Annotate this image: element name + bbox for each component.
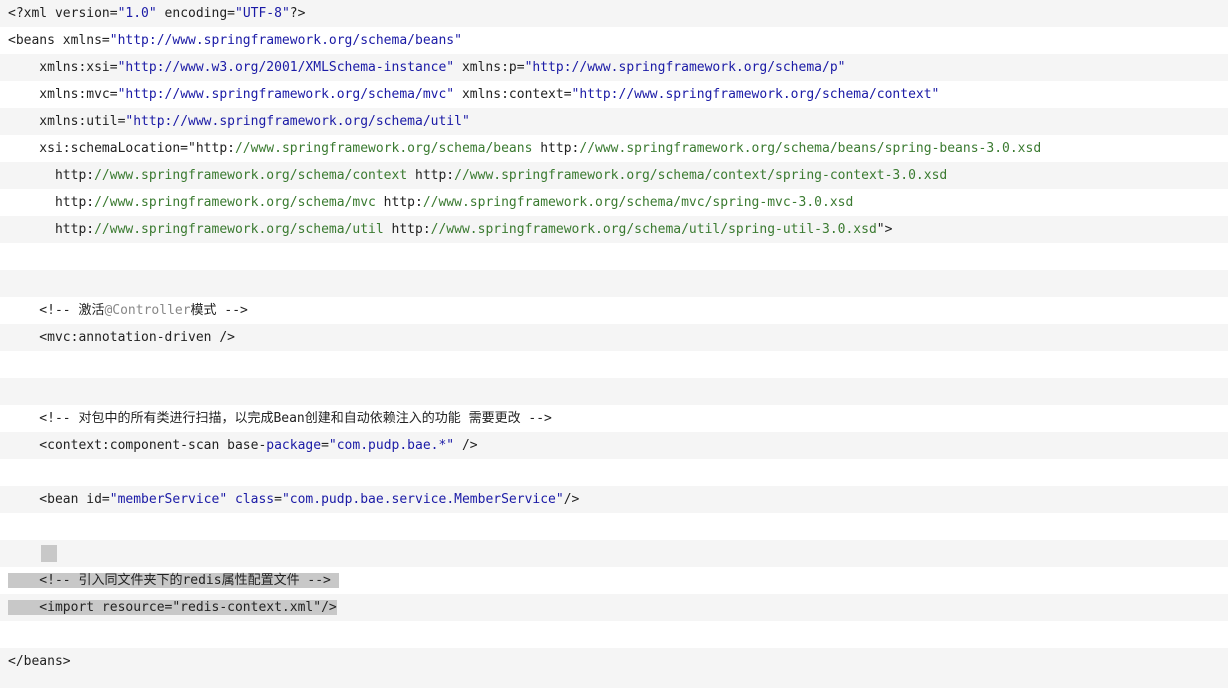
code-token: ?> [289,6,306,21]
code-line [0,621,1228,648]
code-token: xmlns:context= [454,87,572,102]
code-line: <beans xmlns="http://www.springframework… [0,27,1228,54]
code-token: package [266,438,322,453]
code-token: "http://www.w3.org/2001/XMLSchema-instan… [117,60,455,75]
code-line: <bean id="memberService" class="com.pudp… [0,486,1228,513]
code-line: <!-- 引入同文件夹下的redis属性配置文件 --> [0,567,1228,594]
code-line-text: <mvc:annotation-driven /> [8,330,235,345]
code-line: http://www.springframework.org/schema/ut… [0,216,1228,243]
code-bottom-pad [0,675,1228,688]
code-line-text: <!-- 引入同文件夹下的redis属性配置文件 --> [8,573,339,588]
code-token: http: [8,195,95,210]
code-line-text: </beans> [8,654,71,669]
code-token: </beans> [8,654,71,669]
code-token: 模式 --> [190,303,248,318]
code-token: <?xml version= [8,6,118,21]
code-token: "http://www.springframework.org/schema/m… [117,87,455,102]
code-line-text: <beans xmlns="http://www.springframework… [8,33,462,48]
code-line-text: <context:component-scan base-package="co… [8,438,478,453]
code-token: http: [375,195,423,210]
code-line-text: xmlns:util="http://www.springframework.o… [8,114,470,129]
code-token: xsi:schemaLocation="http: [8,141,235,156]
code-line [0,540,1228,567]
code-token: //www.springframework.org/schema/context [94,168,408,183]
code-token: <context:component-scan base- [8,438,267,453]
code-line: <mvc:annotation-driven /> [0,324,1228,351]
code-line-text: xmlns:xsi="http://www.w3.org/2001/XMLSch… [8,60,845,75]
code-token: = [274,492,282,507]
code-line: http://www.springframework.org/schema/mv… [0,189,1228,216]
code-token: <!-- 对包中的所有类进行扫描，以完成Bean创建和自动依赖注入的功能 需要更… [8,411,552,426]
code-line [0,243,1228,270]
code-token: xmlns:mvc= [8,87,118,102]
code-line: http://www.springframework.org/schema/co… [0,162,1228,189]
code-token: xmlns:p= [454,60,525,75]
code-token: "http://www.springframework.org/schema/p… [524,60,846,75]
code-token: <import resource="redis-context.xml"/> [8,600,337,615]
code-line-text: <!-- 对包中的所有类进行扫描，以完成Bean创建和自动依赖注入的功能 需要更… [8,411,552,426]
code-token: //www.springframework.org/schema/beans/s… [579,141,1042,156]
code-token: @Controller [104,303,191,318]
code-token: "http://www.springframework.org/schema/u… [125,114,470,129]
code-token: "http://www.springframework.org/schema/c… [571,87,940,102]
code-token: "1.0" [117,6,157,21]
code-line-text: <bean id="memberService" class="com.pudp… [8,492,579,507]
code-line-text: http://www.springframework.org/schema/ut… [8,222,892,237]
code-token: <!-- 引入同文件夹下的redis属性配置文件 --> [8,573,339,588]
code-token: "http://www.springframework.org/schema/b… [109,33,462,48]
code-token: http: [8,168,95,183]
code-line [0,270,1228,297]
code-line-text: <!-- 激活@Controller模式 --> [8,303,248,318]
code-line-text: <import resource="redis-context.xml"/> [8,600,337,615]
code-line-text: xsi:schemaLocation="http://www.springfra… [8,141,1041,156]
code-token: <beans xmlns= [8,33,110,48]
code-token: http: [383,222,431,237]
code-line: <!-- 激活@Controller模式 --> [0,297,1228,324]
code-token: //www.springframework.org/schema/mvc/spr… [422,195,854,210]
code-token: http: [532,141,580,156]
code-token: /> [563,492,580,507]
code-token: http: [8,222,95,237]
code-line: xsi:schemaLocation="http://www.springfra… [0,135,1228,162]
code-line: <!-- 对包中的所有类进行扫描，以完成Bean创建和自动依赖注入的功能 需要更… [0,405,1228,432]
code-line: xmlns:util="http://www.springframework.o… [0,108,1228,135]
code-token: = [321,438,329,453]
code-block: <?xml version="1.0" encoding="UTF-8"?> <b… [0,0,1228,688]
code-token: "memberService" [109,492,228,507]
code-token: class [234,492,275,507]
code-line [0,513,1228,540]
code-line-text: <?xml version="1.0" encoding="UTF-8"?> [8,6,305,21]
code-line [0,351,1228,378]
code-token: //www.springframework.org/schema/util [94,222,384,237]
code-token: "com.pudp.bae.service.MemberService" [281,492,564,507]
code-token: //www.springframework.org/schema/mvc [94,195,376,210]
code-token: //www.springframework.org/schema/beans [234,141,533,156]
code-token: encoding= [156,6,235,21]
selection-highlight [41,545,57,562]
code-token: "> [876,222,893,237]
code-line: <context:component-scan base-package="co… [0,432,1228,459]
code-token: //www.springframework.org/schema/context… [454,168,948,183]
code-token: http: [407,168,455,183]
code-line-text: xmlns:mvc="http://www.springframework.or… [8,87,939,102]
code-token: xmlns:xsi= [8,60,118,75]
code-token: "UTF-8" [235,6,290,21]
code-token: //www.springframework.org/schema/util/sp… [430,222,877,237]
code-token: xmlns:util= [8,114,126,129]
code-token: <!-- 激活 [8,303,105,318]
code-line [0,378,1228,405]
code-line-text: http://www.springframework.org/schema/mv… [8,195,853,210]
code-line: xmlns:xsi="http://www.w3.org/2001/XMLSch… [0,54,1228,81]
code-line [0,459,1228,486]
code-token: "com.pudp.bae.*" [328,438,455,453]
code-line: xmlns:mvc="http://www.springframework.or… [0,81,1228,108]
code-line: <import resource="redis-context.xml"/> [0,594,1228,621]
code-token: /> [454,438,478,453]
code-line: </beans> [0,648,1228,675]
code-line: <?xml version="1.0" encoding="UTF-8"?> [0,0,1228,27]
code-token: <bean id= [8,492,110,507]
code-line-text: http://www.springframework.org/schema/co… [8,168,947,183]
code-token: <mvc:annotation-driven /> [8,330,235,345]
